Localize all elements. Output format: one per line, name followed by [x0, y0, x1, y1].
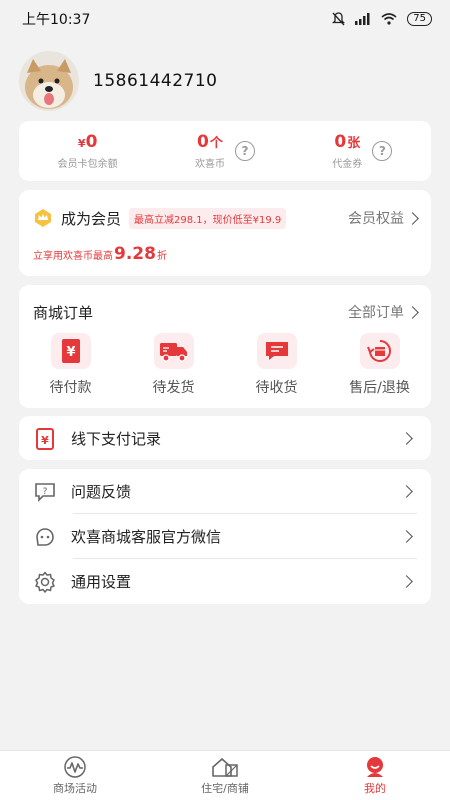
- svg-text:?: ?: [43, 487, 48, 497]
- chevron-right-icon: [400, 485, 413, 498]
- profile-header[interactable]: 15861442710: [0, 38, 450, 124]
- user-phone: 15861442710: [93, 71, 218, 91]
- tab-label: 商场活动: [53, 781, 97, 795]
- customer-service-row[interactable]: 欢喜商城客服官方微信: [19, 514, 431, 559]
- order-label: 待付款: [49, 380, 92, 396]
- crown-icon: [35, 209, 51, 227]
- tab-label: 住宅/商铺: [201, 781, 249, 795]
- order-label: 待发货: [152, 380, 195, 396]
- order-label: 售后/退换: [349, 380, 410, 396]
- coupons-label: 代金券: [332, 159, 363, 170]
- member-description: 立享用欢喜币最高 9.28 折: [19, 234, 431, 264]
- house-icon: [212, 757, 238, 777]
- coupons-block[interactable]: 0 张 代金券 ?: [294, 121, 431, 181]
- mute-bell-icon: [332, 12, 346, 26]
- coins-block[interactable]: 0 个 欢喜币 ?: [156, 121, 293, 181]
- dog-avatar-image: [19, 51, 79, 111]
- member-promo-badge: 最高立减298.1，现价低至¥19.9: [129, 207, 287, 229]
- wifi-icon: [381, 13, 397, 25]
- settings-list-card: ? 问题反馈 欢喜商城客服官方微信 通用设置: [19, 469, 431, 604]
- user-icon: [367, 756, 383, 777]
- battery-indicator: 75: [407, 12, 432, 26]
- member-benefits-link[interactable]: 会员权益: [348, 208, 419, 228]
- feedback-row[interactable]: ? 问题反馈: [19, 469, 431, 514]
- order-after-sales[interactable]: 售后/退换: [328, 333, 431, 397]
- status-bar: 上午10:37 75: [0, 0, 450, 38]
- membership-card[interactable]: 成为会员 最高立减298.1，现价低至¥19.9 会员权益 立享用欢喜币最高 9…: [19, 190, 431, 276]
- signal-icon: [355, 13, 370, 25]
- gear-icon: [33, 570, 57, 594]
- yen-receipt-icon: ¥: [33, 427, 57, 451]
- member-benefits-label: 会员权益: [348, 211, 404, 227]
- all-orders-link[interactable]: 全部订单: [348, 302, 419, 322]
- return-icon: [359, 333, 400, 369]
- coins-value: 0: [197, 132, 209, 152]
- status-icons: 75: [332, 12, 432, 26]
- chevron-right-icon: [400, 432, 413, 445]
- status-time: 上午10:37: [22, 12, 91, 28]
- wave-icon: [64, 755, 86, 778]
- offline-payment-label: 线下支付记录: [71, 430, 162, 448]
- mall-orders-card: 商城订单 全部订单 ¥ 待付款 待发货 待收货 售后/退换: [19, 285, 431, 408]
- coupons-help-icon[interactable]: ?: [372, 141, 393, 161]
- member-discount-number: 9.28: [114, 244, 156, 264]
- general-settings-label: 通用设置: [71, 573, 132, 591]
- member-desc-suffix: 折: [156, 251, 167, 262]
- offline-payment-row[interactable]: ¥ 线下支付记录: [19, 416, 431, 461]
- chevron-right-icon: [400, 575, 413, 588]
- tab-residential-shops[interactable]: 住宅/商铺: [150, 751, 300, 800]
- coins-unit: 个: [209, 136, 223, 151]
- svg-text:¥: ¥: [41, 434, 49, 447]
- tab-mine[interactable]: 我的: [300, 751, 450, 800]
- tab-label: 我的: [364, 781, 386, 795]
- coupons-value: 0: [334, 132, 347, 152]
- yen-icon: ¥: [50, 333, 91, 369]
- order-pending-payment[interactable]: ¥ 待付款: [19, 333, 122, 397]
- feedback-label: 问题反馈: [71, 483, 132, 501]
- balance-value: 0: [85, 132, 98, 152]
- balance-block[interactable]: ¥ 0 会员卡包余额: [19, 121, 156, 181]
- member-desc-prefix: 立享用欢喜币最高: [33, 251, 113, 262]
- coins-label: 欢喜币: [194, 159, 225, 170]
- chevron-right-icon: [400, 530, 413, 543]
- truck-icon: [153, 333, 194, 369]
- member-title: 成为会员: [61, 209, 122, 228]
- feedback-icon: ?: [33, 480, 57, 504]
- chevron-right-icon: [406, 211, 419, 225]
- order-pending-shipment[interactable]: 待发货: [122, 333, 225, 397]
- svg-text:¥: ¥: [66, 345, 75, 360]
- offline-payment-card: ¥ 线下支付记录: [19, 416, 431, 460]
- orders-title: 商城订单: [33, 303, 94, 322]
- currency-symbol: ¥: [77, 137, 86, 150]
- order-pending-receipt[interactable]: 待收货: [225, 333, 328, 397]
- avatar[interactable]: [19, 51, 79, 111]
- bottom-tab-bar: 商场活动 住宅/商铺 我的: [0, 750, 450, 800]
- wallet-card: ¥ 0 会员卡包余额 0 个 欢喜币 ? 0 张 代金券 ?: [19, 121, 431, 181]
- balance-label: 会员卡包余额: [57, 159, 118, 170]
- order-label: 待收货: [255, 380, 298, 396]
- message-icon: [256, 333, 297, 369]
- chevron-right-icon: [406, 305, 419, 319]
- customer-service-icon: [33, 525, 57, 549]
- all-orders-label: 全部订单: [348, 305, 404, 321]
- tab-mall-activity[interactable]: 商场活动: [0, 751, 150, 800]
- general-settings-row[interactable]: 通用设置: [19, 559, 431, 604]
- coins-help-icon[interactable]: ?: [234, 141, 255, 161]
- coupons-unit: 张: [347, 136, 361, 151]
- customer-service-label: 欢喜商城客服官方微信: [71, 528, 222, 546]
